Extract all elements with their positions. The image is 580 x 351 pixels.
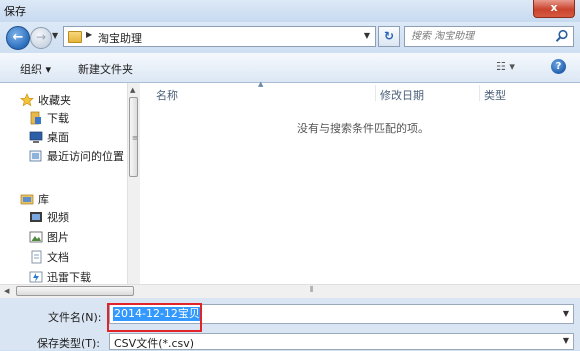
sidebar-item-videos[interactable]: 视频: [29, 209, 69, 225]
sidebar-item-label: 桌面: [47, 131, 69, 144]
scrollbar-thumb[interactable]: [16, 286, 134, 296]
picture-icon: [29, 230, 43, 244]
sidebar-item-label: 库: [38, 193, 49, 206]
address-dropdown-icon[interactable]: ▼: [364, 31, 370, 40]
save-form: 文件名(N): 2014-12-12宝贝 ▼ 保存类型(T): CSV文件(*.…: [0, 298, 580, 350]
scrollbar-thumb[interactable]: ≡: [129, 97, 138, 177]
sort-ascending-icon: ▲: [258, 80, 264, 88]
dropdown-arrow-icon[interactable]: ▼: [563, 336, 569, 345]
horizontal-scrollbar[interactable]: ◀ ⦀: [0, 284, 580, 298]
help-button[interactable]: ?: [551, 59, 566, 74]
grip-icon: ⦀: [310, 285, 314, 294]
sidebar-item-documents[interactable]: 文档: [29, 249, 69, 265]
video-icon: [29, 210, 43, 224]
forward-button[interactable]: →: [30, 27, 52, 49]
sidebar-item-downloads[interactable]: 下载: [29, 110, 69, 126]
downloads-folder-icon: [29, 111, 43, 125]
navigation-pane: 收藏夹 下载 桌面 最近访问的位置 库 视频 图片 文档 迅雷下载: [0, 83, 128, 297]
filetype-select[interactable]: CSV文件(*.csv) ▼: [109, 333, 574, 350]
sidebar-item-libraries[interactable]: 库: [20, 191, 49, 207]
column-header-date-modified[interactable]: 修改日期: [380, 87, 424, 103]
navigation-pane-scrollbar[interactable]: ▲ ≡: [127, 83, 140, 297]
back-arrow-icon: ←: [12, 30, 24, 45]
sidebar-item-label: 文档: [47, 251, 69, 264]
recent-places-icon: [29, 149, 43, 163]
filetype-label: 保存类型(T):: [37, 337, 101, 350]
new-folder-button[interactable]: 新建文件夹: [78, 61, 133, 77]
sidebar-item-label: 图片: [47, 231, 69, 244]
desktop-icon: [29, 130, 43, 144]
sidebar-item-thunder-downloads[interactable]: 迅雷下载: [29, 269, 91, 285]
grip-icon: ≡: [132, 134, 138, 142]
refresh-icon: ↻: [383, 29, 395, 43]
organize-button[interactable]: 组织 ▾: [20, 61, 51, 77]
scroll-up-icon[interactable]: ▲: [130, 86, 135, 94]
scroll-left-icon[interactable]: ◀: [4, 287, 9, 295]
highlight-annotation: [107, 303, 202, 332]
address-bar[interactable]: ▶ 淘宝助理 ▼: [63, 26, 376, 47]
empty-results-message: 没有与搜索条件匹配的项。: [297, 122, 429, 135]
close-icon: x: [550, 1, 558, 14]
change-view-button[interactable]: ☷ ▾: [496, 60, 515, 73]
libraries-icon: [20, 192, 34, 206]
search-input[interactable]: [411, 28, 551, 45]
navigation-bar: ← → ▼ ▶ 淘宝助理 ▼ ↻: [0, 22, 580, 52]
sidebar-item-label: 最近访问的位置: [47, 150, 124, 163]
dropdown-arrow-icon[interactable]: ▼: [563, 309, 569, 318]
search-box[interactable]: [404, 26, 574, 47]
sidebar-item-label: 视频: [47, 211, 69, 224]
sidebar-item-favorites[interactable]: 收藏夹: [20, 92, 71, 108]
sidebar-item-label: 下载: [47, 112, 69, 125]
title-bar: 保存 x: [0, 0, 580, 22]
file-list[interactable]: ▲ 名称 修改日期 类型 没有与搜索条件匹配的项。: [140, 80, 580, 297]
command-toolbar: 组织 ▾ 新建文件夹 ☷ ▾ ?: [0, 53, 580, 83]
window-title: 保存: [4, 5, 26, 18]
search-icon[interactable]: [555, 29, 569, 43]
filename-label: 文件名(N):: [48, 311, 102, 324]
chevron-right-icon[interactable]: ▶: [86, 30, 92, 39]
document-icon: [29, 250, 43, 264]
folder-icon: [68, 31, 82, 43]
refresh-button[interactable]: ↻: [378, 26, 400, 47]
sidebar-item-desktop[interactable]: 桌面: [29, 129, 69, 145]
sidebar-item-label: 收藏夹: [38, 94, 71, 107]
sidebar-item-label: 迅雷下载: [47, 271, 91, 284]
back-button[interactable]: ←: [6, 26, 30, 50]
forward-arrow-icon: →: [35, 30, 47, 44]
breadcrumb-current-folder[interactable]: 淘宝助理: [98, 30, 142, 46]
filetype-selected-value: CSV文件(*.csv): [114, 337, 195, 350]
sidebar-item-recent-places[interactable]: 最近访问的位置: [29, 148, 124, 164]
column-header-type[interactable]: 类型: [484, 87, 506, 103]
star-icon: [20, 93, 34, 107]
close-button[interactable]: x: [533, 0, 575, 18]
column-header-name[interactable]: 名称: [156, 87, 178, 103]
thunder-download-icon: [29, 270, 43, 284]
sidebar-item-pictures[interactable]: 图片: [29, 229, 69, 245]
column-divider[interactable]: [479, 85, 480, 101]
recent-locations-dropdown-icon[interactable]: ▼: [52, 31, 58, 40]
column-divider[interactable]: [375, 85, 376, 101]
